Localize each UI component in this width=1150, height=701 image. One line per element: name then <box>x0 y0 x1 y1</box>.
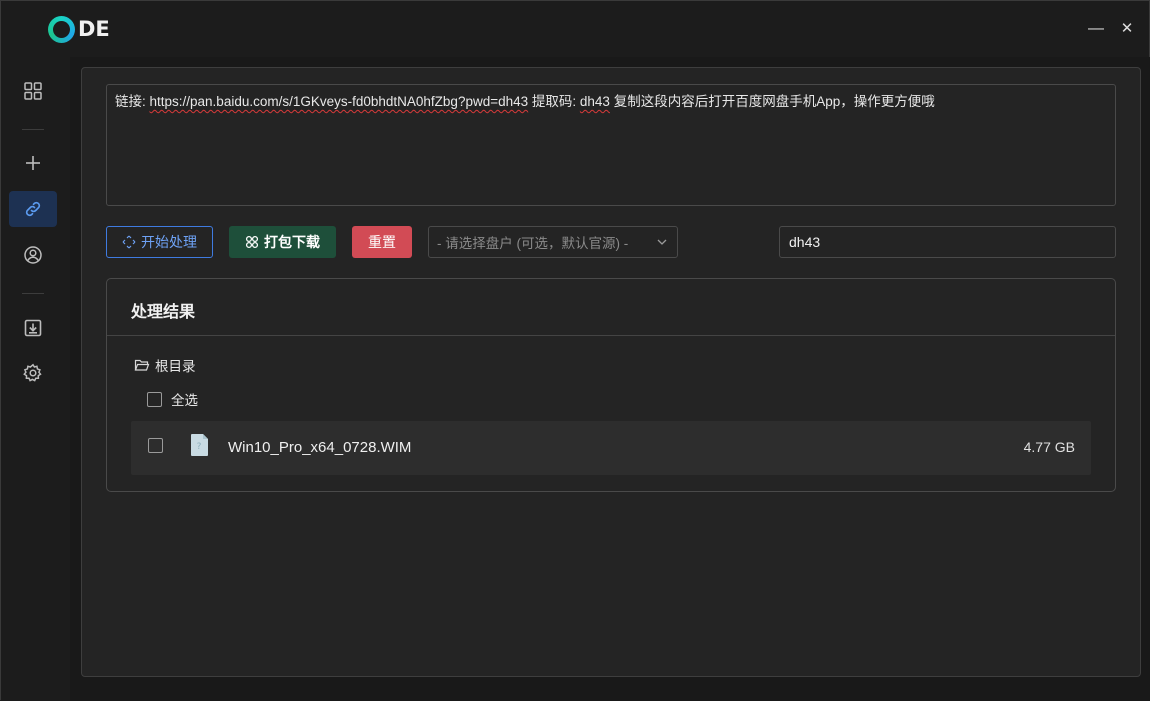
sidebar-item-dashboard[interactable] <box>9 73 57 109</box>
sidebar-divider <box>22 293 44 294</box>
start-process-button[interactable]: 开始处理 <box>106 226 213 258</box>
start-process-label: 开始处理 <box>141 234 197 250</box>
result-card: 处理结果 根目录 全选 ? Win10_Pro_x64_0728.WIM 4.7… <box>106 278 1116 492</box>
process-icon <box>122 235 136 249</box>
main-area: 链接: https://pan.baidu.com/s/1GKveys-fd0b… <box>70 57 1150 701</box>
link-icon <box>25 201 41 217</box>
plus-icon <box>26 156 40 170</box>
app-logo: DE <box>48 15 110 43</box>
reset-button[interactable]: 重置 <box>352 226 412 258</box>
logo-ring-icon <box>48 15 75 43</box>
file-name: Win10_Pro_x64_0728.WIM <box>228 439 412 456</box>
app-window: DE — ✕ 链接: https://pan.baidu.com/s/1GKve… <box>0 0 1150 701</box>
chevron-down-icon <box>657 239 667 245</box>
sidebar-divider <box>22 129 44 130</box>
disk-select[interactable]: - 请选择盘户 (可选，默认官源) - <box>428 226 678 258</box>
select-all-label: 全选 <box>171 393 198 408</box>
root-directory-label: 根目录 <box>155 359 196 374</box>
result-title: 处理结果 <box>131 304 196 321</box>
file-checkbox[interactable] <box>148 438 163 453</box>
reset-label: 重置 <box>368 234 396 250</box>
grid-icon <box>24 82 42 100</box>
sidebar-item-downloads[interactable] <box>9 310 57 346</box>
content-panel: 链接: https://pan.baidu.com/s/1GKveys-fd0b… <box>81 67 1141 677</box>
extract-code-input[interactable]: dh43 <box>779 226 1116 258</box>
link-url: https://pan.baidu.com/s/1GKveys-fd0bhdtN… <box>149 94 529 109</box>
link-code: dh43 <box>579 94 610 109</box>
code-label: 提取码: <box>528 94 580 109</box>
sidebar-item-link[interactable] <box>9 191 57 227</box>
sidebar-item-account[interactable] <box>9 237 57 273</box>
sidebar-item-add[interactable] <box>9 145 57 181</box>
link-prefix: 链接: <box>115 94 150 109</box>
pack-download-button[interactable]: 打包下载 <box>229 226 336 258</box>
user-circle-icon <box>24 246 42 264</box>
folder-open-icon <box>134 359 150 371</box>
minimize-button[interactable]: — <box>1086 19 1106 39</box>
share-link-textarea[interactable]: 链接: https://pan.baidu.com/s/1GKveys-fd0b… <box>106 84 1116 206</box>
gear-icon <box>23 363 42 382</box>
logo-text: DE <box>78 17 110 41</box>
file-row[interactable]: ? Win10_Pro_x64_0728.WIM 4.77 GB <box>131 421 1091 475</box>
pack-download-label: 打包下载 <box>264 234 320 250</box>
sidebar <box>1 57 70 701</box>
file-size: 4.77 GB <box>1023 439 1075 455</box>
link-suffix: 复制这段内容后打开百度网盘手机App，操作更方便哦 <box>609 94 935 109</box>
select-all-row[interactable]: 全选 <box>147 389 198 409</box>
sidebar-item-settings[interactable] <box>9 355 57 391</box>
root-directory[interactable]: 根目录 <box>134 355 196 375</box>
package-icon <box>245 235 259 249</box>
unknown-file-icon: ? <box>191 434 208 456</box>
close-button[interactable]: ✕ <box>1117 19 1137 39</box>
download-box-icon <box>24 319 42 337</box>
select-all-checkbox[interactable] <box>147 391 162 407</box>
disk-select-placeholder: - 请选择盘户 (可选，默认官源) - <box>437 236 629 251</box>
title-bar: DE — ✕ <box>1 1 1149 57</box>
svg-text:?: ? <box>197 442 202 452</box>
result-divider <box>107 335 1115 336</box>
